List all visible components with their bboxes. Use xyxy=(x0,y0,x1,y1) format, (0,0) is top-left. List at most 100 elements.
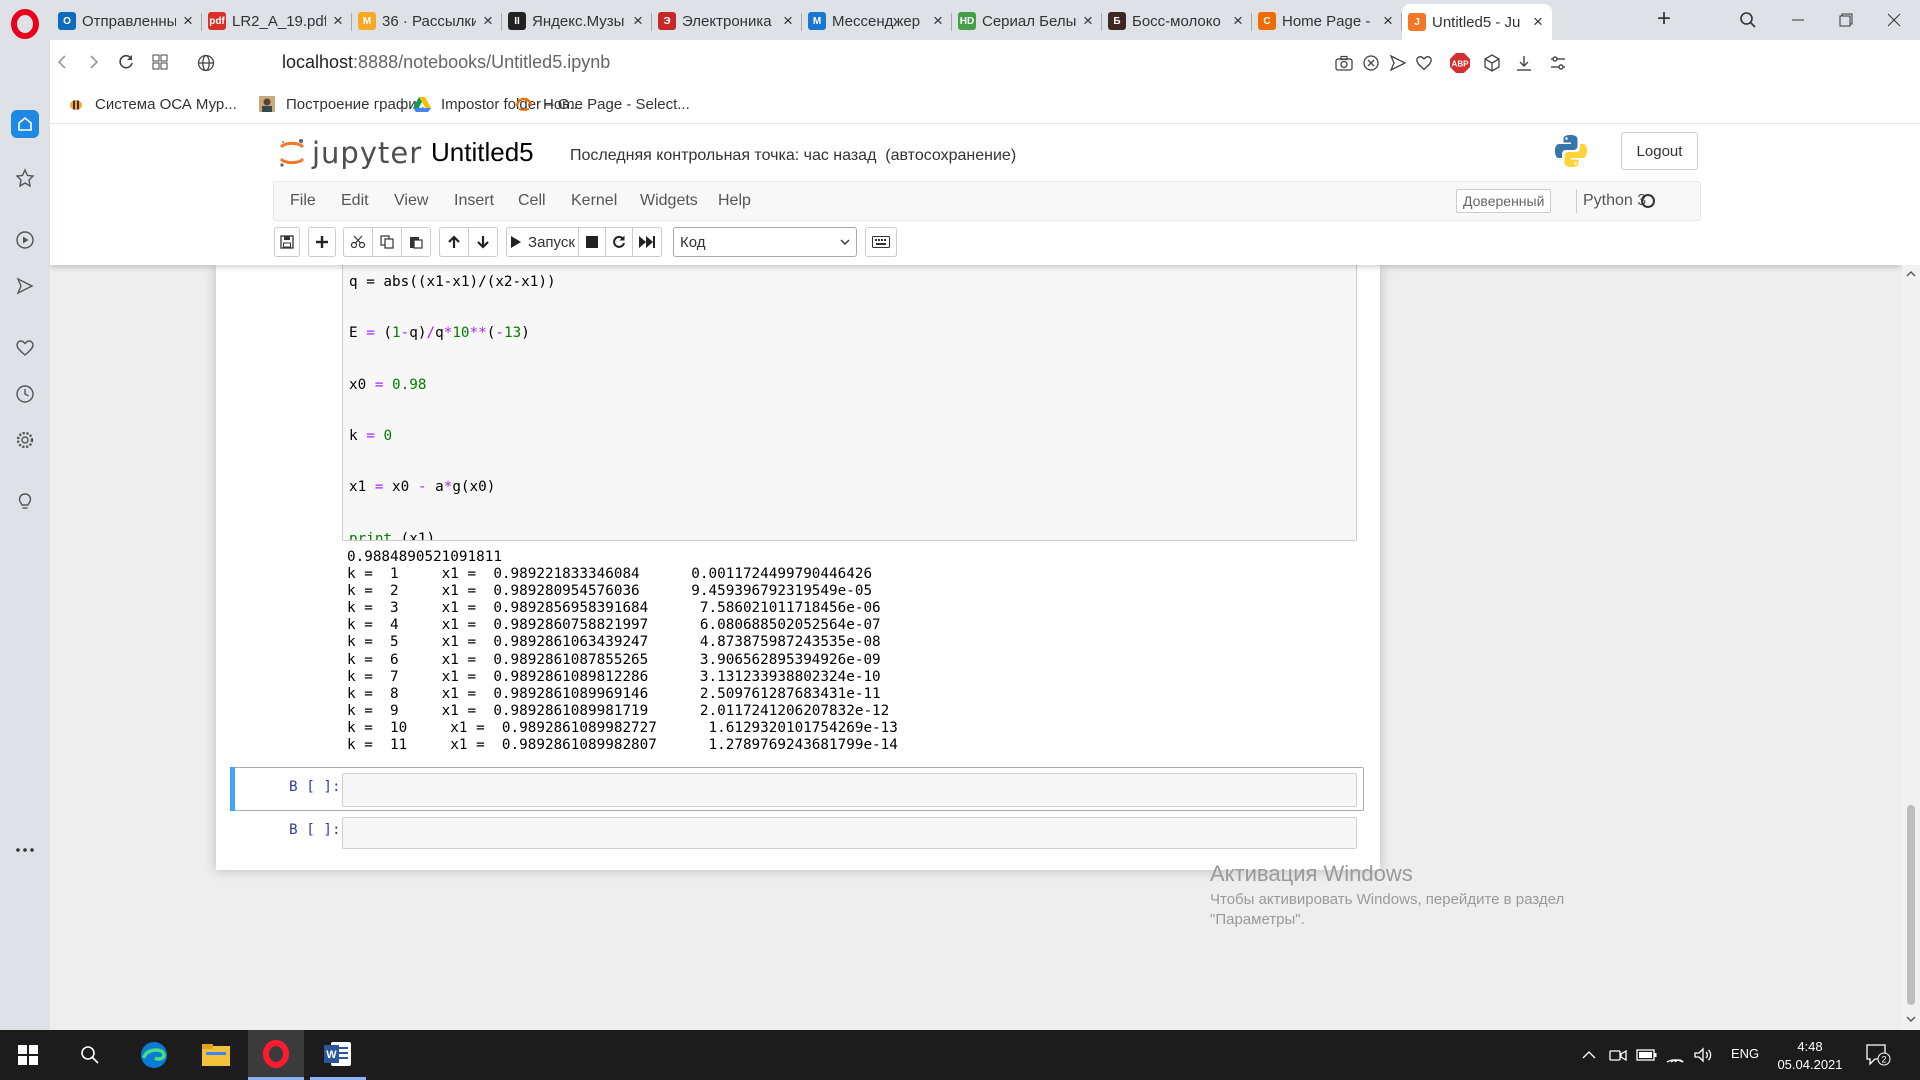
insert-cell-plus-icon[interactable] xyxy=(308,227,336,257)
close-window-icon[interactable] xyxy=(1878,6,1910,34)
easy-setup-icon[interactable] xyxy=(1546,51,1570,75)
bookmark-item[interactable]: Построение графи... xyxy=(257,94,429,114)
trusted-badge[interactable]: Доверенный xyxy=(1456,189,1552,213)
site-info-globe-icon[interactable] xyxy=(194,51,218,75)
downloads-icon[interactable] xyxy=(1512,51,1536,75)
menu-file[interactable]: File xyxy=(290,192,316,210)
paste-icon[interactable] xyxy=(401,227,431,257)
cell-type-select[interactable]: Код xyxy=(673,227,857,257)
meet-now-icon[interactable] xyxy=(1607,1045,1629,1065)
flow-send-icon[interactable] xyxy=(11,272,39,300)
menu-edit[interactable]: Edit xyxy=(341,192,369,210)
battery-icon[interactable] xyxy=(1636,1045,1658,1065)
scroll-down-arrow-icon[interactable] xyxy=(1906,1015,1916,1023)
back-icon[interactable] xyxy=(50,50,74,74)
menu-help[interactable]: Help xyxy=(718,192,751,210)
adblock-icon[interactable]: ABP xyxy=(1448,51,1472,75)
notifications-icon[interactable]: 2 xyxy=(1865,1042,1891,1068)
settings-gear-icon[interactable] xyxy=(11,426,39,454)
cut-scissors-icon[interactable] xyxy=(343,227,373,257)
input-language[interactable]: ENG xyxy=(1731,1046,1759,1061)
reload-icon[interactable] xyxy=(114,50,138,74)
scrollbar-thumb[interactable] xyxy=(1907,805,1915,1005)
opera-taskbar-icon[interactable] xyxy=(248,1030,304,1080)
menu-widgets[interactable]: Widgets xyxy=(640,192,698,210)
wifi-icon[interactable] xyxy=(1664,1045,1686,1065)
my-flow-heart-icon[interactable] xyxy=(11,334,39,362)
extensions-cube-icon[interactable] xyxy=(1480,51,1504,75)
volume-icon[interactable] xyxy=(1692,1045,1714,1065)
home-speed-dial-icon[interactable] xyxy=(11,110,39,138)
word-icon[interactable]: W xyxy=(310,1030,366,1080)
restart-run-all-icon[interactable] xyxy=(632,227,662,257)
move-up-arrow-icon[interactable] xyxy=(439,227,469,257)
logout-button[interactable]: Logout xyxy=(1621,132,1698,170)
show-hidden-icons-chevron-icon[interactable] xyxy=(1578,1045,1600,1065)
snapshot-camera-icon[interactable] xyxy=(1332,51,1356,75)
close-tab-icon[interactable]: × xyxy=(1530,12,1546,31)
forward-icon[interactable] xyxy=(82,50,106,74)
menu-view[interactable]: View xyxy=(394,192,428,210)
start-windows-icon[interactable] xyxy=(0,1030,56,1080)
empty-cell-input[interactable] xyxy=(342,773,1357,807)
add-bookmark-heart-icon[interactable] xyxy=(1412,51,1436,75)
restart-kernel-icon[interactable] xyxy=(605,227,633,257)
close-tab-icon[interactable]: × xyxy=(480,11,496,30)
command-palette-keyboard-icon[interactable] xyxy=(865,227,897,257)
tab-active[interactable]: J Untitled5 - Ju × xyxy=(1402,4,1552,40)
system-clock[interactable]: 4:48 05.04.2021 xyxy=(1768,1038,1852,1074)
menu-insert[interactable]: Insert xyxy=(454,192,494,210)
kernel-name[interactable]: Python 3 xyxy=(1576,189,1646,213)
close-tab-icon[interactable]: × xyxy=(330,11,346,30)
close-tab-icon[interactable]: × xyxy=(630,11,646,30)
close-tab-icon[interactable]: × xyxy=(780,11,796,30)
tab[interactable]: Э Электроника × xyxy=(652,4,802,38)
save-icon[interactable] xyxy=(274,227,300,257)
copy-icon[interactable] xyxy=(372,227,402,257)
tab[interactable]: O Отправленны × xyxy=(52,4,202,38)
bookmark-item[interactable]: Система ОСА Мур... xyxy=(66,94,237,114)
tab[interactable]: M Мессенджер × xyxy=(802,4,952,38)
bookmarks-star-icon[interactable] xyxy=(11,164,39,192)
tracker-blocker-icon[interactable] xyxy=(1359,51,1383,75)
tab[interactable]: HD Сериал Белы × xyxy=(952,4,1102,38)
history-clock-icon[interactable] xyxy=(11,380,39,408)
code-editor[interactable]: q = abs((x1-x1)/(x2-x1)) E = (1-q)/q*10*… xyxy=(349,256,926,540)
edge-browser-icon[interactable] xyxy=(126,1030,182,1080)
tab[interactable]: M 36 · Рассылки × xyxy=(352,4,502,38)
bookmark-item[interactable]: Home Page - Select... xyxy=(514,94,690,114)
close-tab-icon[interactable]: × xyxy=(1230,11,1246,30)
tab-grid-icon[interactable] xyxy=(148,50,172,74)
close-tab-icon[interactable]: × xyxy=(1080,11,1096,30)
url-field[interactable]: localhost:8888/notebooks/Untitled5.ipynb xyxy=(282,52,610,73)
tab[interactable]: pdf LR2_A_19.pdf × xyxy=(202,4,352,38)
opera-logo-icon[interactable] xyxy=(10,9,40,39)
close-tab-icon[interactable]: × xyxy=(930,11,946,30)
search-icon[interactable] xyxy=(62,1030,118,1080)
tab[interactable]: C Home Page - × xyxy=(1252,4,1402,38)
empty-cell-input[interactable] xyxy=(342,817,1357,849)
tips-lightbulb-icon[interactable] xyxy=(11,488,39,516)
send-to-flow-icon[interactable] xyxy=(1386,51,1410,75)
page-scrollbar[interactable] xyxy=(1902,265,1920,1030)
jupyter-logo[interactable]: jupyter xyxy=(278,136,422,170)
code-cell-input[interactable]: q = abs((x1-x1)/(x2-x1)) E = (1-q)/q*10*… xyxy=(342,255,1357,541)
move-down-arrow-icon[interactable] xyxy=(468,227,498,257)
notebook-name[interactable]: Untitled5 xyxy=(431,137,534,168)
more-options-icon[interactable] xyxy=(11,836,39,864)
tab[interactable]: II Яндекс.Музы × xyxy=(502,4,652,38)
menu-kernel[interactable]: Kernel xyxy=(571,192,617,210)
close-tab-icon[interactable]: × xyxy=(1380,11,1396,30)
menu-cell[interactable]: Cell xyxy=(518,192,546,210)
tab[interactable]: Б Босс-молоко × xyxy=(1102,4,1252,38)
interrupt-stop-icon[interactable] xyxy=(578,227,606,257)
file-explorer-icon[interactable] xyxy=(188,1030,244,1080)
restore-icon[interactable] xyxy=(1830,6,1862,34)
player-icon[interactable] xyxy=(11,226,39,254)
scroll-up-arrow-icon[interactable] xyxy=(1906,270,1916,278)
search-tabs-icon[interactable] xyxy=(1732,6,1764,34)
minimize-icon[interactable] xyxy=(1782,6,1814,34)
new-tab-button[interactable]: + xyxy=(1650,6,1678,34)
run-button[interactable]: Запуск xyxy=(506,227,579,257)
close-tab-icon[interactable]: × xyxy=(180,11,196,30)
